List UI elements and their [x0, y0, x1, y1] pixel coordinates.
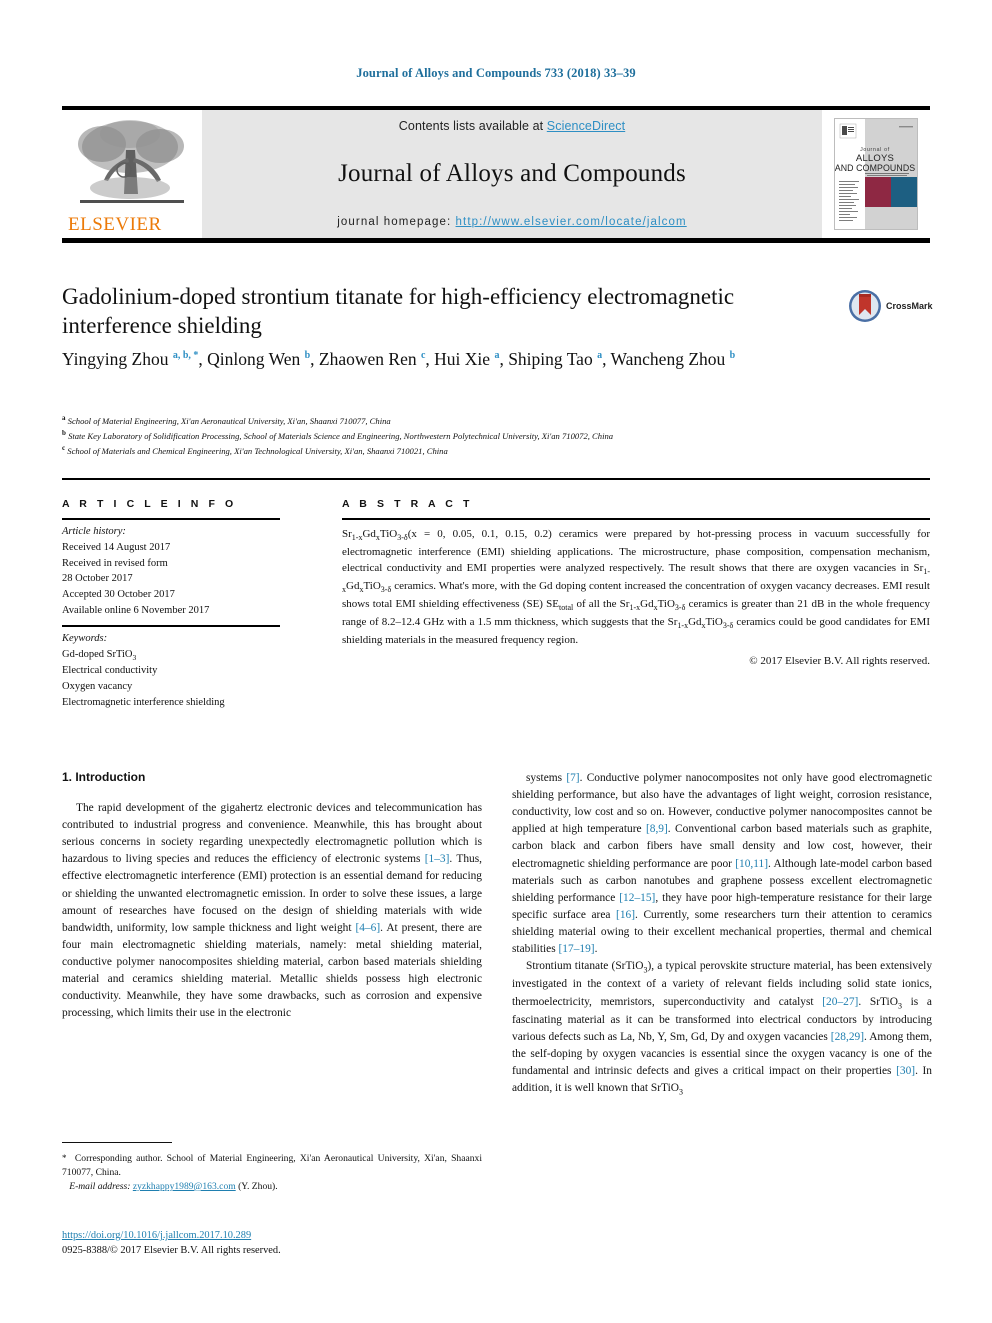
- paragraph: Strontium titanate (SrTiO3), a typical p…: [512, 960, 933, 1097]
- contents-prefix: Contents lists available at: [398, 119, 547, 133]
- masthead-center: Contents lists available at ScienceDirec…: [202, 110, 822, 238]
- abstract-heading: A B S T R A C T: [342, 498, 473, 510]
- crossmark-badge[interactable]: CrossMark: [848, 285, 940, 327]
- article-history-label: Article history:: [62, 526, 126, 537]
- elsevier-tree-icon: [68, 114, 196, 212]
- keyword-item: Gd-doped SrTiO3: [62, 648, 137, 662]
- abstract-text: Sr1-xGdxTiO3-δ(x = 0, 0.05, 0.1, 0.15, 0…: [342, 528, 931, 646]
- affiliation-text-a: School of Material Engineering, Xi'an Ae…: [67, 415, 391, 426]
- doi-link[interactable]: https://doi.org/10.1016/j.jallcom.2017.1…: [62, 1230, 251, 1241]
- affiliations: a School of Material Engineering, Xi'an …: [62, 413, 930, 458]
- svg-text:AND COMPOUNDS: AND COMPOUNDS: [835, 163, 915, 173]
- history-item: 28 October 2017: [62, 573, 133, 585]
- info-section-rule: [62, 478, 930, 480]
- history-item: Received 14 August 2017: [62, 541, 171, 553]
- abstract-underline: [342, 518, 930, 520]
- page-title: Gadolinium-doped strontium titanate for …: [62, 284, 735, 338]
- issn-copyright: 0925-8388/© 2017 Elsevier B.V. All right…: [62, 1245, 281, 1257]
- paper-page: Journal of Alloys and Compounds 733 (201…: [0, 0, 992, 1323]
- journal-homepage-link[interactable]: http://www.elsevier.com/locate/jalcom: [456, 216, 687, 228]
- history-item: Received in revised form: [62, 557, 168, 569]
- affiliation-text-b: State Key Laboratory of Solidification P…: [68, 430, 614, 441]
- keywords-label: Keywords:: [62, 633, 108, 644]
- masthead: ELSEVIER Contents lists available at Sci…: [62, 110, 930, 238]
- cover-art: Journal of ALLOYS AND COMPOUNDS: [834, 118, 918, 230]
- masthead-bottom-rule: [62, 238, 930, 243]
- affiliation-text-c: School of Materials and Chemical Enginee…: [67, 445, 448, 456]
- history-item: Accepted 30 October 2017: [62, 589, 175, 600]
- keyword-item: Electromagnetic interference shielding: [62, 696, 225, 708]
- journal-homepage-line: journal homepage: http://www.elsevier.co…: [337, 216, 686, 228]
- email-suffix: (Y. Zhou).: [238, 1180, 278, 1192]
- body-column-left: The rapid development of the gigahertz e…: [62, 800, 482, 1022]
- journal-title: Journal of Alloys and Compounds: [338, 159, 686, 187]
- history-item: Available online 6 November 2017: [62, 604, 210, 616]
- crossmark-icon: [849, 290, 881, 322]
- sciencedirect-link[interactable]: ScienceDirect: [547, 119, 625, 133]
- email-label: E-mail address:: [69, 1180, 131, 1192]
- journal-cover-thumbnail: Journal of ALLOYS AND COMPOUNDS: [822, 110, 930, 238]
- email-link[interactable]: zyzkhappy1989@163.com: [133, 1181, 236, 1192]
- affiliation-c: c School of Materials and Chemical Engin…: [62, 443, 930, 458]
- abstract-body: Sr1-xGdxTiO3-δ(x = 0, 0.05, 0.1, 0.15, 0…: [342, 526, 930, 669]
- corresponding-author-note: * Corresponding author. School of Materi…: [62, 1153, 482, 1178]
- keywords-rule: [62, 625, 280, 627]
- homepage-label: journal homepage:: [337, 216, 452, 228]
- body-column-right: systems [7]. Conductive polymer nanocomp…: [512, 770, 932, 1099]
- running-head: Journal of Alloys and Compounds 733 (201…: [356, 66, 636, 80]
- keywords-block: Keywords: Gd-doped SrTiO3 Electrical con…: [62, 631, 302, 710]
- author-list: Yingying Zhou a, b, *, Qinlong Wen b, Zh…: [62, 349, 736, 369]
- affiliation-a: a School of Material Engineering, Xi'an …: [62, 413, 930, 428]
- article-history: Article history: Received 14 August 2017…: [62, 524, 292, 619]
- email-note: E-mail address: zyzkhappy1989@163.com (Y…: [62, 1180, 482, 1194]
- paragraph: systems [7]. Conductive polymer nanocomp…: [512, 772, 932, 956]
- abstract-copyright: © 2017 Elsevier B.V. All rights reserved…: [749, 655, 930, 667]
- section-heading-introduction: 1. Introduction: [62, 770, 146, 784]
- elsevier-wordmark: ELSEVIER: [68, 214, 162, 235]
- crossmark-label: CrossMark: [886, 301, 933, 311]
- keyword-item: Electrical conductivity: [62, 665, 158, 677]
- contents-line: Contents lists available at ScienceDirec…: [399, 119, 625, 133]
- footnote-block: * Corresponding author. School of Materi…: [62, 1152, 482, 1194]
- doi-block: https://doi.org/10.1016/j.jallcom.2017.1…: [62, 1228, 502, 1258]
- article-info-underline: [62, 518, 280, 520]
- paragraph: The rapid development of the gigahertz e…: [62, 802, 482, 1020]
- footnote-rule: [62, 1142, 172, 1143]
- affiliation-mark-b: b: [62, 428, 66, 437]
- elsevier-logo: ELSEVIER: [62, 110, 202, 238]
- affiliation-mark-a: a: [62, 414, 66, 422]
- article-info-heading: A R T I C L E I N F O: [62, 498, 237, 510]
- affiliation-b: b State Key Laboratory of Solidification…: [62, 428, 930, 443]
- keyword-item: Oxygen vacancy: [62, 680, 133, 692]
- affiliation-mark-c: c: [62, 443, 66, 452]
